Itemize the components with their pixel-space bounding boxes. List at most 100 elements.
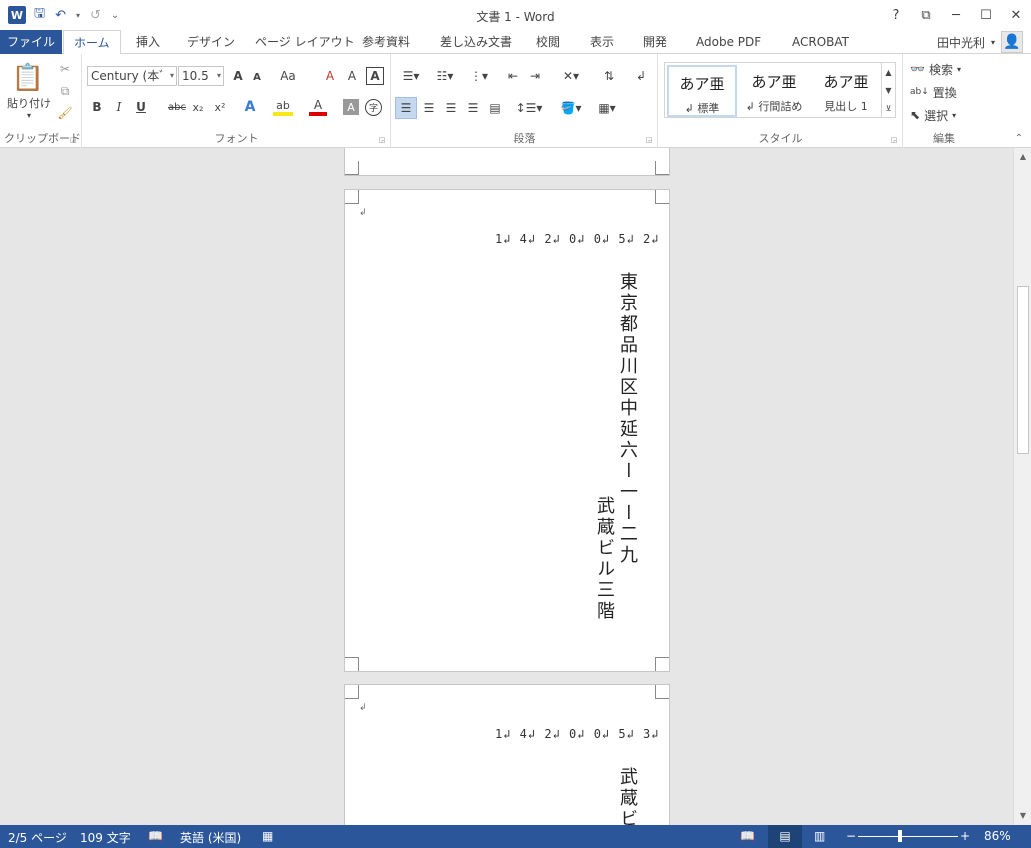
tab-view[interactable]: 表示 [580, 30, 624, 54]
bullets-icon[interactable]: ☰▾ [398, 67, 424, 85]
align-right-icon[interactable]: ☰ [441, 98, 461, 118]
paste-button-label[interactable]: 貼り付け [6, 96, 52, 110]
numbering-icon[interactable]: ☷▾ [432, 67, 458, 85]
highlight-button[interactable]: ab [273, 98, 293, 116]
clear-formatting-button[interactable]: A [321, 67, 339, 85]
address-line-1[interactable]: 東京都品川区中延六ー一ー二九 [617, 272, 638, 566]
multilevel-list-icon[interactable]: ⋮▾ [466, 67, 492, 85]
decrease-indent-icon[interactable]: ⇤ [504, 67, 522, 85]
tab-insert[interactable]: 挿入 [126, 30, 170, 54]
align-left-icon[interactable]: ☰ [395, 97, 417, 119]
style-heading-1[interactable]: あア亜 見出し 1 [811, 65, 881, 117]
font-name-combo[interactable]: Century (本ﾞ ▾ [87, 66, 177, 86]
change-case-button[interactable]: Aa [277, 67, 299, 85]
strikethrough-button[interactable]: abc [166, 98, 188, 116]
asian-layout-icon[interactable]: ✕▾ [558, 67, 584, 85]
zoom-slider[interactable] [858, 836, 958, 837]
zoom-in-button[interactable]: + [960, 829, 970, 843]
zoom-slider-knob[interactable] [898, 830, 902, 842]
scroll-thumb[interactable] [1017, 286, 1029, 454]
replace-button[interactable]: ab↓ 置換 [910, 83, 980, 101]
print-layout-icon[interactable]: ▤ [768, 825, 802, 848]
font-color-button[interactable]: A [309, 98, 327, 116]
paste-icon[interactable]: 📋 [8, 60, 48, 96]
gallery-up-icon[interactable]: ▲ [881, 63, 895, 81]
read-mode-icon[interactable]: 📖 [740, 829, 755, 843]
italic-button[interactable]: I [111, 98, 127, 116]
underline-button[interactable]: U [133, 98, 149, 116]
paste-dropdown-icon[interactable]: ▾ [22, 110, 36, 120]
text-effects-button[interactable]: A [241, 98, 259, 116]
sort-icon[interactable]: ⇅ [600, 67, 618, 85]
language-indicator[interactable]: 英語 (米国) [180, 829, 241, 846]
avatar[interactable]: 👤 [1001, 31, 1023, 53]
shading-icon[interactable]: 🪣▾ [556, 98, 586, 118]
tab-home[interactable]: ホーム [63, 30, 121, 55]
tab-mailings[interactable]: 差し込み文書 [430, 30, 522, 54]
web-layout-icon[interactable]: ▥ [814, 829, 825, 843]
zoom-level[interactable]: 86% [984, 829, 1011, 843]
style-normal[interactable]: あア亜 ↲ 標準 [667, 65, 737, 117]
word-count[interactable]: 109 文字 [80, 829, 131, 846]
minimize-button[interactable]: ─ [941, 0, 971, 30]
tab-references[interactable]: 参考資料 [352, 30, 420, 54]
tab-review[interactable]: 校閲 [526, 30, 570, 54]
scroll-up-icon[interactable]: ▲ [1017, 151, 1029, 163]
dialog-launcher-icon[interactable]: ◲ [645, 136, 653, 144]
scroll-down-icon[interactable]: ▼ [1017, 810, 1029, 822]
proofing-icon[interactable]: 📖 [148, 829, 163, 843]
page-indicator[interactable]: 2/5 ページ [8, 829, 67, 846]
dialog-launcher-icon[interactable]: ◲ [378, 136, 386, 144]
style-no-spacing[interactable]: あア亜 ↲ 行間詰め [739, 65, 809, 117]
page-3[interactable]: ↲ 1↲ 4↲ 2↲ 0↲ 0↲ 5↲ 3↲ 武蔵ビ [344, 684, 670, 825]
page-2[interactable]: ↲ 1↲ 4↲ 2↲ 0↲ 0↲ 5↲ 2↲ 東京都品川区中延六ー一ー二九 武蔵… [344, 189, 670, 672]
address-line-1[interactable]: 武蔵ビ [617, 767, 638, 825]
borders-icon[interactable]: ▦▾ [592, 98, 622, 118]
copy-icon[interactable]: ⧉ [56, 82, 74, 100]
tab-design[interactable]: デザイン [177, 30, 245, 54]
line-spacing-icon[interactable]: ↕☰▾ [514, 98, 544, 118]
font-size-combo[interactable]: 10.5 ▾ [178, 66, 224, 86]
tab-developer[interactable]: 開発 [633, 30, 677, 54]
vertical-scrollbar[interactable]: ▲ ▼ [1013, 148, 1031, 825]
macro-record-icon[interactable]: ▦ [262, 829, 273, 843]
gallery-more-icon[interactable]: ⊻ [881, 99, 895, 117]
subscript-button[interactable]: x₂ [189, 98, 207, 116]
postal-code[interactable]: 1↲ 4↲ 2↲ 0↲ 0↲ 5↲ 2↲ [495, 232, 660, 246]
tab-acrobat[interactable]: ACROBAT [782, 30, 859, 54]
bold-button[interactable]: B [89, 98, 105, 116]
gallery-down-icon[interactable]: ▼ [881, 81, 895, 99]
dialog-launcher-icon[interactable]: ◲ [890, 136, 898, 144]
address-line-2[interactable]: 武蔵ビル三階 [594, 496, 615, 622]
paragraph-mark: ↲ [359, 208, 367, 218]
find-button[interactable]: 👓 検索 ▾ [910, 60, 980, 78]
character-shading-button[interactable]: A [343, 99, 359, 115]
distributed-icon[interactable]: ▤ [485, 98, 505, 118]
tab-page-layout[interactable]: ページ レイアウト [245, 30, 365, 54]
align-center-icon[interactable]: ☰ [419, 98, 439, 118]
dialog-launcher-icon[interactable]: ◲ [69, 136, 77, 144]
tab-adobe-pdf[interactable]: Adobe PDF [686, 30, 771, 54]
collapse-ribbon-icon[interactable]: ⌃ [1012, 132, 1026, 144]
justify-icon[interactable]: ☰ [463, 98, 483, 118]
increase-indent-icon[interactable]: ⇥ [526, 67, 544, 85]
ribbon-display-options-button[interactable]: ⧉ [911, 0, 941, 30]
zoom-out-button[interactable]: − [846, 829, 856, 843]
cut-icon[interactable]: ✂ [56, 60, 74, 78]
user-account[interactable]: 田中光利 ▾ 👤 [937, 30, 1023, 54]
grow-font-button[interactable]: A [229, 67, 247, 85]
enclose-characters-button[interactable]: 字 [365, 99, 382, 116]
format-painter-icon[interactable]: 🖌 [56, 104, 74, 122]
select-button[interactable]: ⬉ 選択 ▾ [910, 106, 980, 124]
postal-code[interactable]: 1↲ 4↲ 2↲ 0↲ 0↲ 5↲ 3↲ [495, 727, 660, 741]
show-formatting-icon[interactable]: ↲ [632, 67, 650, 85]
phonetic-guide-button[interactable]: A [343, 67, 361, 85]
superscript-button[interactable]: x² [211, 98, 229, 116]
styles-group-label: スタイル [758, 132, 803, 145]
close-button[interactable]: ✕ [1001, 0, 1031, 30]
tab-file[interactable]: ファイル [0, 30, 62, 54]
shrink-font-button[interactable]: A [249, 69, 265, 85]
character-border-button[interactable]: A [366, 67, 384, 85]
maximize-button[interactable]: ☐ [971, 0, 1001, 30]
help-button[interactable]: ? [881, 0, 911, 30]
